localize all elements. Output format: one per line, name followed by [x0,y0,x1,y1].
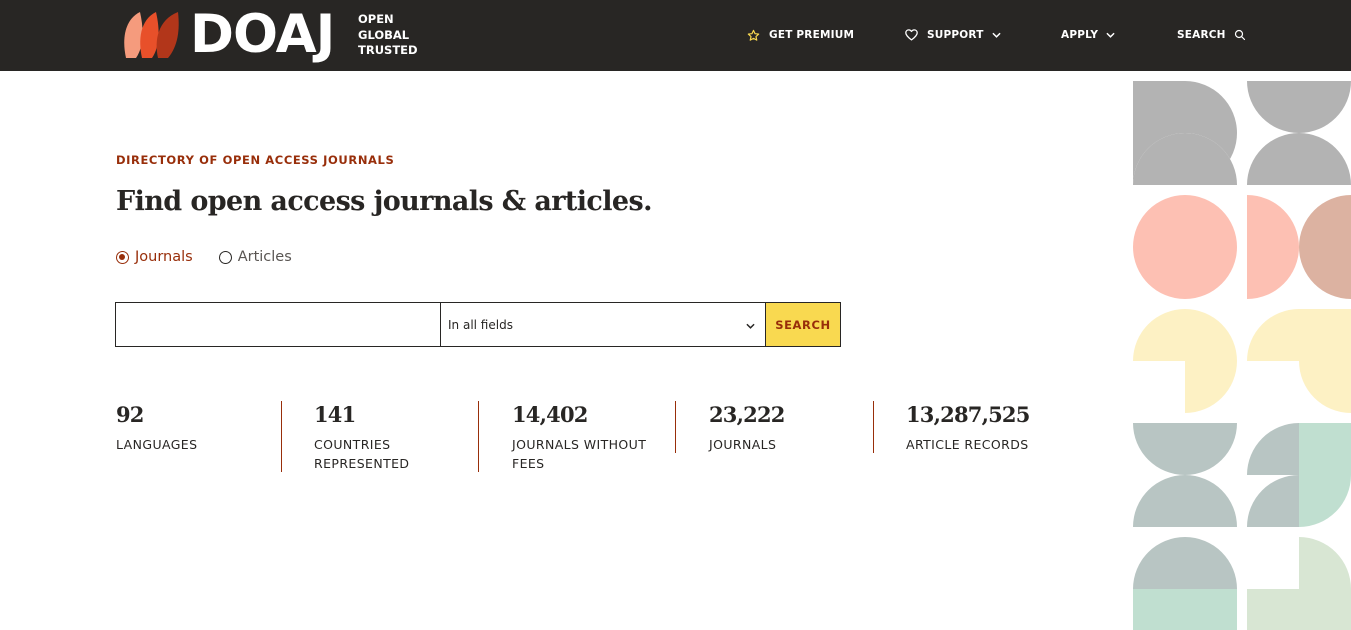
nav-label: APPLY [1061,29,1099,41]
pattern-shape [1247,81,1351,133]
radio-label: Journals [135,249,193,265]
tagline-line: GLOBAL [358,27,410,42]
chevron-down-icon [746,318,755,332]
chevron-down-icon [1106,32,1115,38]
stat-label: LANGUAGES [116,437,198,452]
stat-divider [675,401,676,453]
tagline-line: OPEN [358,12,394,26]
stat-countries: 141 COUNTRIES REPRESENTED [314,401,424,473]
decorative-pattern [1133,81,1351,630]
stat-label: COUNTRIES REPRESENTED [314,437,410,471]
search-type-radio-group: Journals Articles [116,249,318,265]
radio-unchecked-icon[interactable] [218,250,232,264]
pattern-shape [1247,309,1351,361]
radio-journals[interactable]: Journals [116,249,193,265]
tagline-line: TRUSTED [358,43,418,57]
page-eyebrow: DIRECTORY OF OPEN ACCESS JOURNALS [116,153,395,167]
radio-label: Articles [237,249,292,265]
pattern-shape [1133,475,1237,527]
chevron-down-icon [991,32,1001,38]
logo-mark-icon [122,10,182,60]
stat-languages: 92 LANGUAGES [116,401,256,454]
radio-articles[interactable]: Articles [218,249,292,265]
stat-value: 92 [116,402,144,427]
pattern-shape [1299,423,1351,475]
nav-get-premium[interactable]: GET PREMIUM [747,27,854,43]
stat-journals-without-fees: 14,402 JOURNALS WITHOUT FEES [512,401,652,473]
pattern-shape [1133,195,1237,299]
pattern-shape [1247,589,1351,630]
select-value: In all fields [448,317,513,332]
pattern-shape [1247,195,1299,299]
pattern-shape [1133,423,1237,475]
search-input-wrapper [115,302,441,347]
nav-label: GET PREMIUM [769,29,855,41]
pattern-shape [1299,475,1351,527]
heart-icon [905,29,918,41]
doaj-logo[interactable]: DOAJ OPEN GLOBAL TRUSTED [122,6,418,64]
stat-value: 14,402 [512,402,588,427]
logo-tagline: OPEN GLOBAL TRUSTED [358,12,438,59]
pattern-shape [1185,589,1237,630]
pattern-shape [1299,361,1351,413]
nav-apply[interactable]: APPLY [1061,27,1115,43]
site-header: DOAJ OPEN GLOBAL TRUSTED GET PREMIUM SUP… [0,0,1351,71]
page-title: Find open access journals & articles. [116,186,653,217]
stat-divider [281,401,282,472]
stat-label: ARTICLE RECORDS [906,437,1029,452]
pattern-shape [1299,537,1351,589]
pattern-shape [1247,475,1299,527]
search-icon [1234,29,1246,41]
pattern-shape [1247,423,1299,475]
nav-label: SEARCH [1177,29,1226,41]
nav-label: SUPPORT [927,29,984,41]
stat-label: JOURNALS WITHOUT FEES [512,437,647,471]
stat-article-records: 13,287,525 ARTICLE RECORDS [906,401,1066,454]
logo-wordmark: DOAJ [190,4,335,65]
pattern-shape [1185,361,1237,413]
pattern-shape [1133,589,1185,630]
search-button[interactable]: SEARCH [765,302,841,347]
star-icon [747,29,760,42]
stat-label: JOURNALS [709,437,777,452]
pattern-shape [1247,133,1351,185]
stat-journals: 23,222 JOURNALS [709,401,849,454]
stat-value: 23,222 [709,402,785,427]
stat-value: 13,287,525 [906,402,1030,427]
nav-support[interactable]: SUPPORT [905,27,1001,43]
stat-divider [478,401,479,472]
search-field-select[interactable]: In all fields [440,302,766,347]
search-input[interactable] [116,303,440,346]
radio-checked-icon[interactable] [116,250,129,264]
pattern-shape [1299,195,1351,299]
nav-search[interactable]: SEARCH [1177,27,1246,43]
stat-value: 141 [314,402,356,427]
pattern-shape [1133,309,1237,361]
stat-divider [873,401,874,453]
pattern-shape [1133,537,1237,589]
